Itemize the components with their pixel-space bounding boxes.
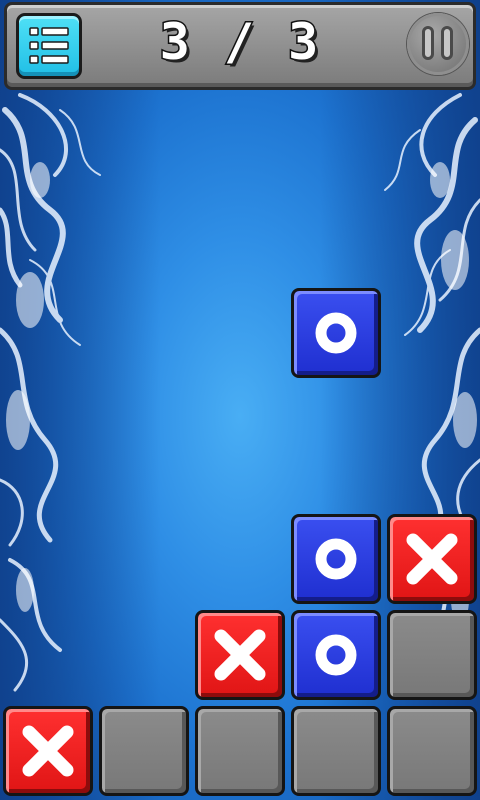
x-mark-icon	[22, 725, 74, 777]
tile-empty	[99, 706, 189, 796]
o-mark-icon	[315, 538, 357, 580]
marble-texture-left	[0, 0, 160, 800]
game-screen: 3 / 3	[0, 0, 480, 800]
pause-button[interactable]	[407, 13, 469, 75]
tile-empty	[195, 706, 285, 796]
level-counter: 3 / 3	[158, 12, 321, 73]
o-mark-icon	[315, 634, 357, 676]
tile-x	[195, 610, 285, 700]
tile-x	[387, 514, 477, 604]
pause-icon-bar	[441, 26, 453, 60]
x-mark-icon	[214, 629, 266, 681]
tile-o	[291, 610, 381, 700]
tile-empty	[387, 610, 477, 700]
pause-icon	[422, 26, 434, 60]
falling-piece[interactable]	[291, 288, 381, 378]
tile-o	[291, 514, 381, 604]
tile-empty	[291, 706, 381, 796]
o-mark-icon	[315, 312, 357, 354]
tile-empty	[387, 706, 477, 796]
x-mark-icon	[406, 533, 458, 585]
top-bar: 3 / 3	[4, 2, 476, 90]
tile-x	[3, 706, 93, 796]
